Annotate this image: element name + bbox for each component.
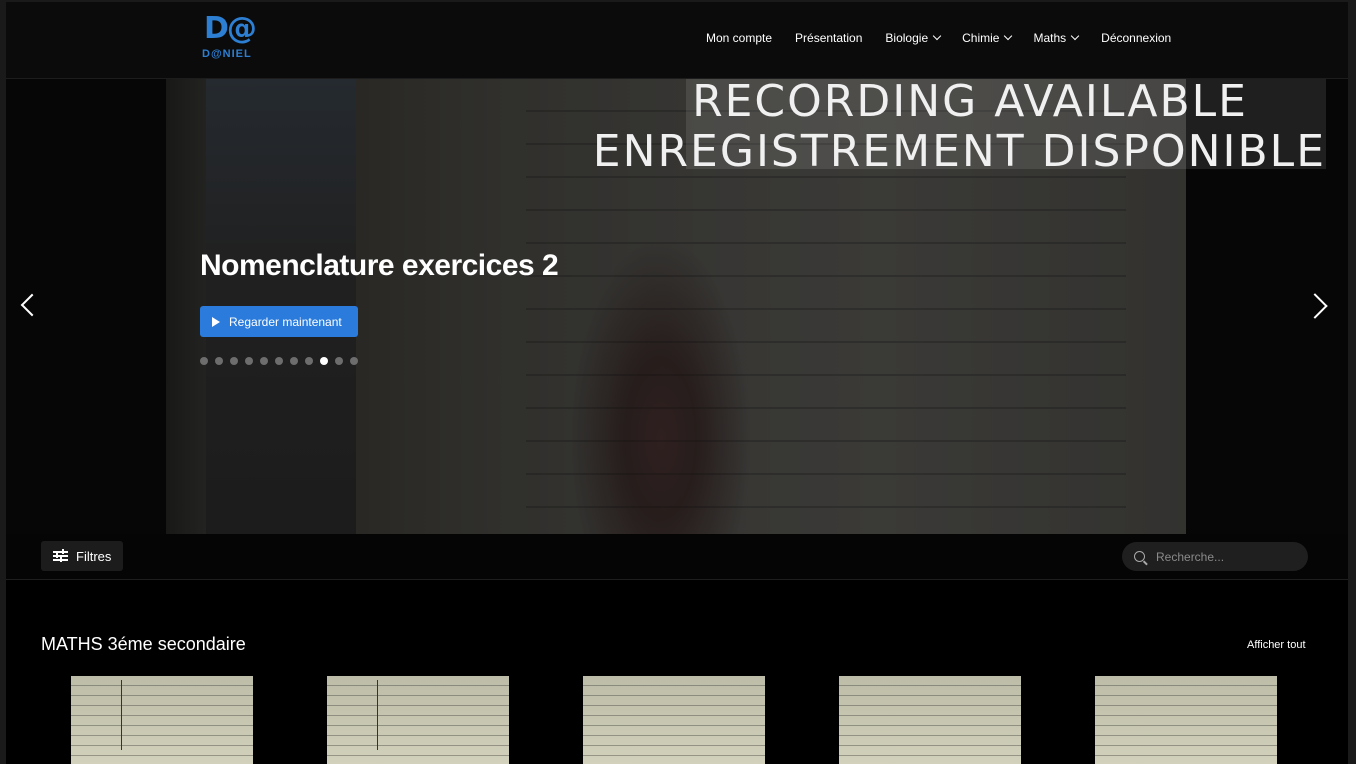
carousel-indicators [200,357,358,365]
sliders-icon [53,549,68,562]
nav-label: Maths [1033,31,1067,45]
carousel-dot[interactable] [245,357,253,365]
recording-banner-line2: ENREGISTREMENT DISPONIBLE [592,126,1326,177]
carousel-dot[interactable] [335,357,343,365]
page-frame: D@ D@NIEL Mon compte Présentation Biolog… [6,2,1348,764]
nav-item-presentation[interactable]: Présentation [795,30,862,46]
nav-label: Déconnexion [1101,31,1172,45]
nav-item-biologie[interactable]: Biologie [885,30,942,46]
search-icon [1134,551,1145,562]
site-logo[interactable]: D@ D@NIEL [202,11,257,64]
carousel-dot[interactable] [215,357,223,365]
logo-mark: D@ [204,11,257,46]
search-box[interactable] [1122,542,1308,571]
top-navbar: D@ D@NIEL Mon compte Présentation Biolog… [6,2,1348,79]
chevron-down-icon [1070,31,1080,41]
carousel-dot[interactable] [200,357,208,365]
nav-item-mon-compte[interactable]: Mon compte [706,30,772,46]
search-input[interactable] [1154,548,1298,565]
chevron-down-icon [1004,31,1013,41]
carousel-dot[interactable] [275,357,283,365]
nav-item-maths[interactable]: Maths [1033,30,1080,46]
video-card[interactable] [839,676,1021,764]
video-card[interactable] [1095,676,1277,764]
nav-label: Présentation [795,31,863,45]
nav-label: Chimie [962,31,1000,45]
carousel-dot[interactable] [230,357,238,365]
see-all-link[interactable]: Afficher tout [1247,639,1306,651]
watch-now-button[interactable]: Regarder maintenant [200,306,358,337]
logo-wordmark: D@NIEL [202,48,252,60]
main-nav: Mon compte Présentation Biologie Chimie … [706,30,1171,46]
recording-banner-line1: RECORDING AVAILABLE [692,79,1248,127]
filters-label: Filtres [76,548,112,564]
hero-carousel: RECORDING AVAILABLE ENREGISTREMENT DISPO… [6,79,1348,534]
nav-label: Mon compte [706,31,773,45]
filters-button[interactable]: Filtres [41,541,123,571]
nav-label: Biologie [885,31,929,45]
carousel-dot[interactable] [260,357,268,365]
nav-item-deconnexion[interactable]: Déconnexion [1101,30,1171,46]
carousel-dot[interactable] [350,357,358,365]
chevron-down-icon [932,31,942,41]
section-title: MATHS 3éme secondaire [41,634,246,654]
carousel-dot[interactable] [290,357,298,365]
watch-now-label: Regarder maintenant [229,314,342,329]
filter-bar: Filtres [6,534,1348,580]
video-card[interactable] [71,676,253,764]
hero-title: Nomenclature exercices 2 [200,249,559,282]
video-card[interactable] [583,676,765,764]
carousel-dot[interactable] [320,357,328,365]
video-card[interactable] [327,676,509,764]
carousel-dot[interactable] [305,357,313,365]
play-icon [212,316,220,327]
nav-item-chimie[interactable]: Chimie [962,30,1013,46]
